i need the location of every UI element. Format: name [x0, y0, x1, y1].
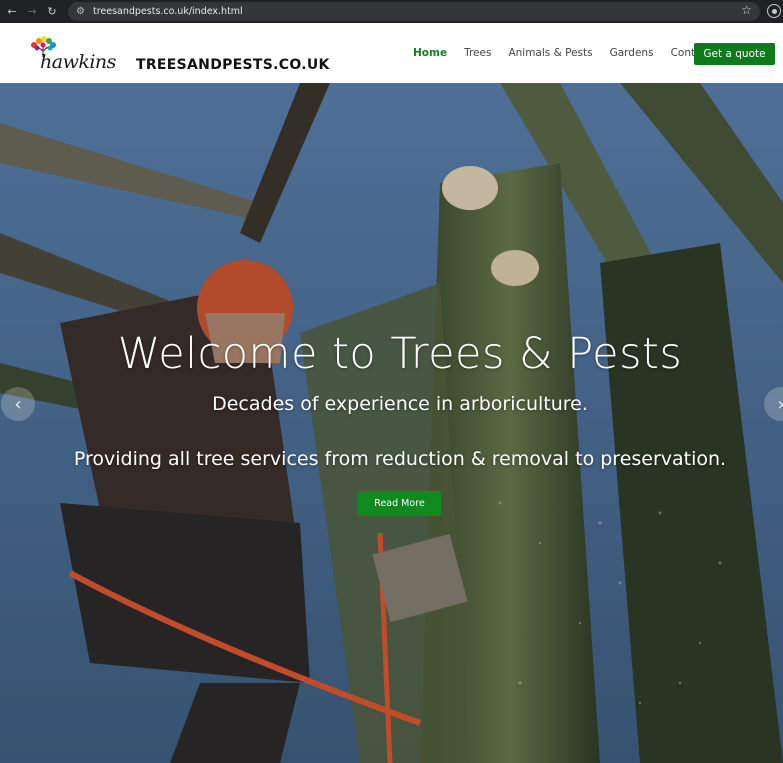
hero-subtitle-experience: Decades of experience in arboriculture.: [212, 393, 588, 415]
profile-icon[interactable]: [767, 4, 781, 18]
bookmark-star-icon[interactable]: ☆: [741, 3, 752, 17]
slider-prev-arrow-icon[interactable]: ‹: [1, 387, 35, 421]
nav-animals-pests[interactable]: Animals & Pests: [508, 47, 592, 59]
forward-icon[interactable]: →: [22, 0, 42, 23]
nav-trees[interactable]: Trees: [464, 47, 491, 59]
hero-title: Welcome to Trees & Pests: [117, 329, 683, 379]
site-settings-icon[interactable]: ⚙: [76, 6, 85, 17]
hero-slider: Welcome to Trees & Pests Decades of expe…: [0, 83, 783, 763]
browser-toolbar: ← → ↻ ⚙ treesandpests.co.uk/index.html ☆: [0, 0, 783, 23]
hawkins-logo[interactable]: hawkins: [24, 35, 116, 75]
site-title[interactable]: TREESANDPESTS.CO.UK: [136, 57, 330, 73]
site-header: hawkins TREESANDPESTS.CO.UK Home Trees A…: [0, 23, 783, 83]
nav-gardens[interactable]: Gardens: [610, 47, 654, 59]
logo-text: hawkins: [40, 51, 116, 73]
read-more-button[interactable]: Read More: [358, 491, 441, 516]
get-a-quote-button[interactable]: Get a quote: [694, 43, 775, 65]
address-bar[interactable]: ⚙ treesandpests.co.uk/index.html ☆: [68, 2, 760, 21]
url-text: treesandpests.co.uk/index.html: [92, 6, 243, 17]
nav-home[interactable]: Home: [413, 47, 447, 59]
back-icon[interactable]: ←: [2, 0, 22, 23]
reload-icon[interactable]: ↻: [42, 0, 62, 23]
hero-subtitle-services: Providing all tree services from reducti…: [73, 448, 727, 470]
main-nav: Home Trees Animals & Pests Gardens Conta…: [413, 47, 728, 59]
hero-overlay: [0, 83, 783, 763]
